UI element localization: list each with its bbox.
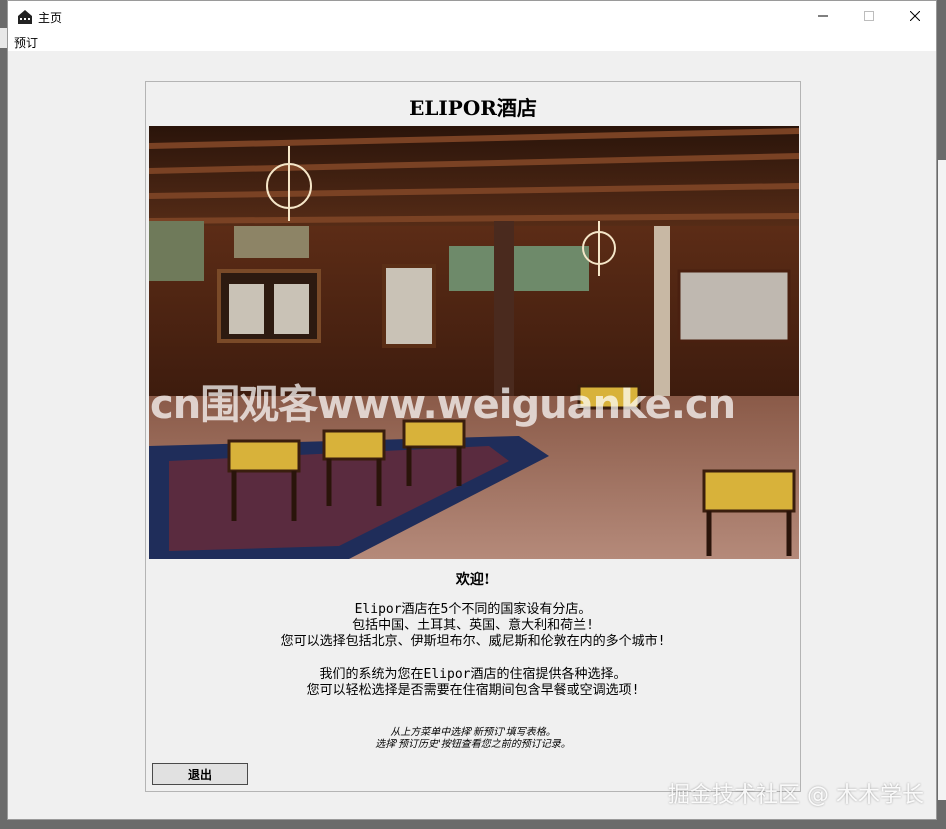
title-bar[interactable]: 主页 [8,1,936,31]
options-paragraph: 我们的系统为您在Elipor酒店的住宿提供各种选择。 您可以轻松选择是否需要在住… [146,667,800,699]
hotel-lobby-photo [149,126,799,559]
minimize-button[interactable] [800,1,846,31]
usage-hint: 从上方菜单中选择'新预订'填写表格。 选择'预订历史'按钮查看您之前的预订记录。 [146,727,800,751]
intro-paragraph: Elipor酒店在5个不同的国家设有分店。 包括中国、土耳其、英国、意大利和荷兰… [146,602,800,650]
intro-line: 您可以选择包括北京、伊斯坦布尔、威尼斯和伦敦在内的多个城市! [280,634,666,649]
options-line: 您可以轻松选择是否需要在住宿期间包含早餐或空调选项! [306,683,640,698]
options-line: 我们的系统为您在Elipor酒店的住宿提供各种选择。 [319,667,627,682]
maximize-button[interactable] [846,1,892,31]
background-window-edge [0,28,7,48]
menu-bar: 预订 [8,31,936,51]
intro-line: Elipor酒店在5个不同的国家设有分店。 [354,602,592,617]
background-window-edge-right [938,160,946,800]
hotel-app-icon [17,9,33,24]
site-watermark: cn围观客www.weiguanke.cn [150,382,736,428]
menu-item-booking[interactable]: 预订 [14,34,38,51]
close-icon [910,11,920,21]
window-title: 主页 [38,11,63,25]
maximize-icon [864,11,874,21]
hotel-title: ELIPOR酒店 [409,96,537,120]
welcome-heading: 欢迎! [455,572,491,588]
minimize-icon [818,15,828,17]
hint-line: 从上方菜单中选择'新预订'填写表格。 [390,727,556,738]
intro-line: 包括中国、土耳其、英国、意大利和荷兰! [352,618,594,633]
exit-button[interactable]: 退出 [152,763,248,785]
close-button[interactable] [892,1,938,31]
hint-line: 选择'预订历史'按钮查看您之前的预订记录。 [375,739,571,750]
main-panel: ELIPOR酒店 欢迎! Elipor酒店在5个不同的国家设有分店。 包括中国、… [145,81,801,792]
author-watermark: 掘金技术社区 @ 木木学长 [668,783,924,808]
